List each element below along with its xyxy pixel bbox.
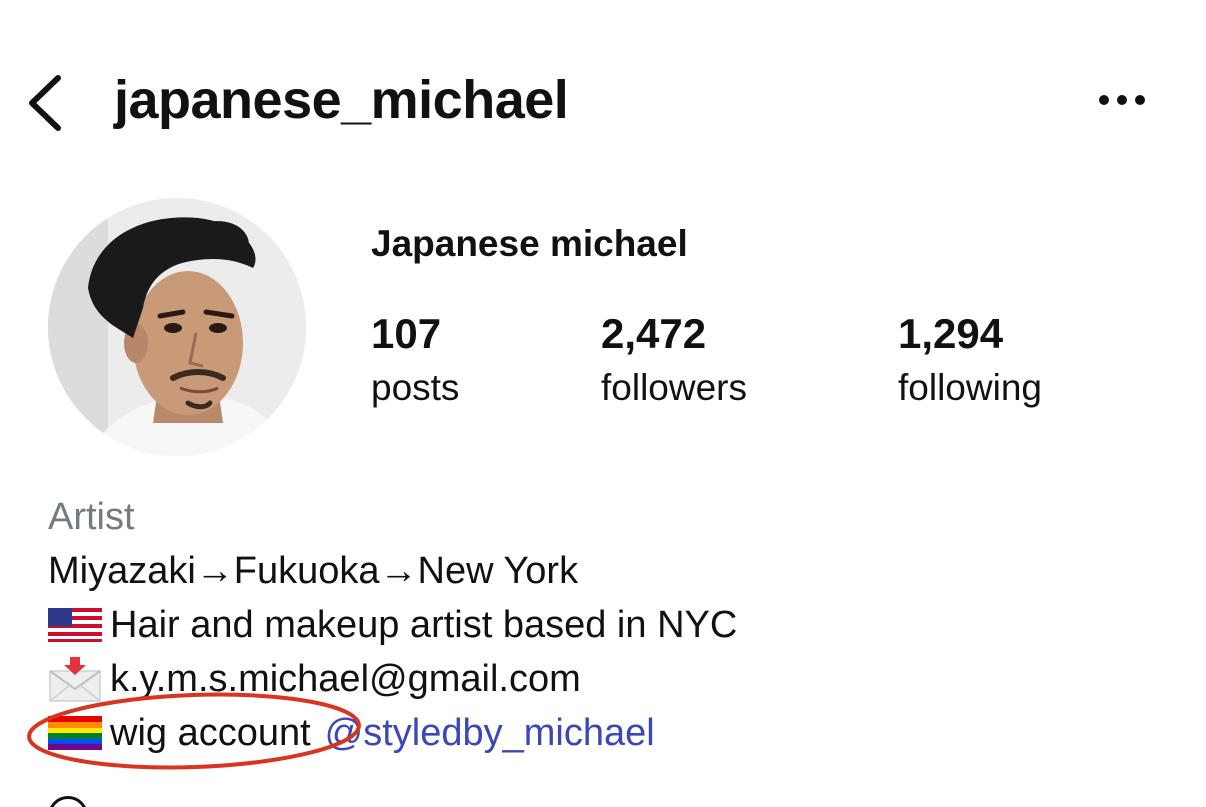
more-horizontal-icon bbox=[1099, 95, 1145, 105]
bio-line-location: Miyazaki→Fukuoka→New York bbox=[48, 544, 1168, 598]
bio-profession-text: Hair and makeup artist based in NYC bbox=[110, 604, 738, 646]
bio-mention-link[interactable]: @styledby_michael bbox=[325, 706, 655, 760]
following-count[interactable]: 1,294 following bbox=[898, 306, 1042, 414]
following-count-label: following bbox=[898, 367, 1042, 408]
bio-line-wig-account: wig account @styledby_michael bbox=[48, 706, 1168, 760]
rainbow-flag-icon bbox=[48, 716, 102, 750]
profile-display-name: Japanese michael bbox=[371, 223, 688, 264]
bio-line-email: k.y.m.s.michael@gmail.com bbox=[48, 652, 1168, 706]
posts-count[interactable]: 107 posts bbox=[371, 306, 459, 414]
posts-count-value: 107 bbox=[371, 310, 442, 357]
us-flag-icon bbox=[48, 608, 102, 642]
posts-count-label: posts bbox=[371, 367, 460, 408]
incoming-envelope-icon bbox=[49, 657, 101, 702]
followers-count-value: 2,472 bbox=[601, 310, 707, 357]
bio-location-text: Miyazaki→Fukuoka→New York bbox=[48, 550, 579, 592]
profile-avatar[interactable] bbox=[48, 198, 306, 456]
followers-count[interactable]: 2,472 followers bbox=[601, 306, 747, 414]
back-button[interactable] bbox=[22, 70, 82, 134]
followers-count-label: followers bbox=[601, 367, 747, 408]
following-count-value: 1,294 bbox=[898, 310, 1004, 357]
bio-line-profession: Hair and makeup artist based in NYC bbox=[48, 598, 1168, 652]
profile-username-title: japanese_michael bbox=[114, 70, 569, 130]
chevron-left-icon bbox=[29, 75, 61, 131]
partial-icon bbox=[48, 796, 88, 807]
profile-bio: Artist Miyazaki→Fukuoka→New York Hair an… bbox=[48, 490, 1168, 760]
bio-email-text[interactable]: k.y.m.s.michael@gmail.com bbox=[110, 652, 581, 706]
profile-category: Artist bbox=[48, 496, 135, 538]
more-options-button[interactable] bbox=[1088, 80, 1160, 120]
avatar-photo bbox=[48, 198, 306, 456]
bio-wig-account-text: wig account bbox=[110, 712, 311, 754]
profile-page: japanese_michael Japanese michael 107 po… bbox=[0, 0, 1206, 807]
